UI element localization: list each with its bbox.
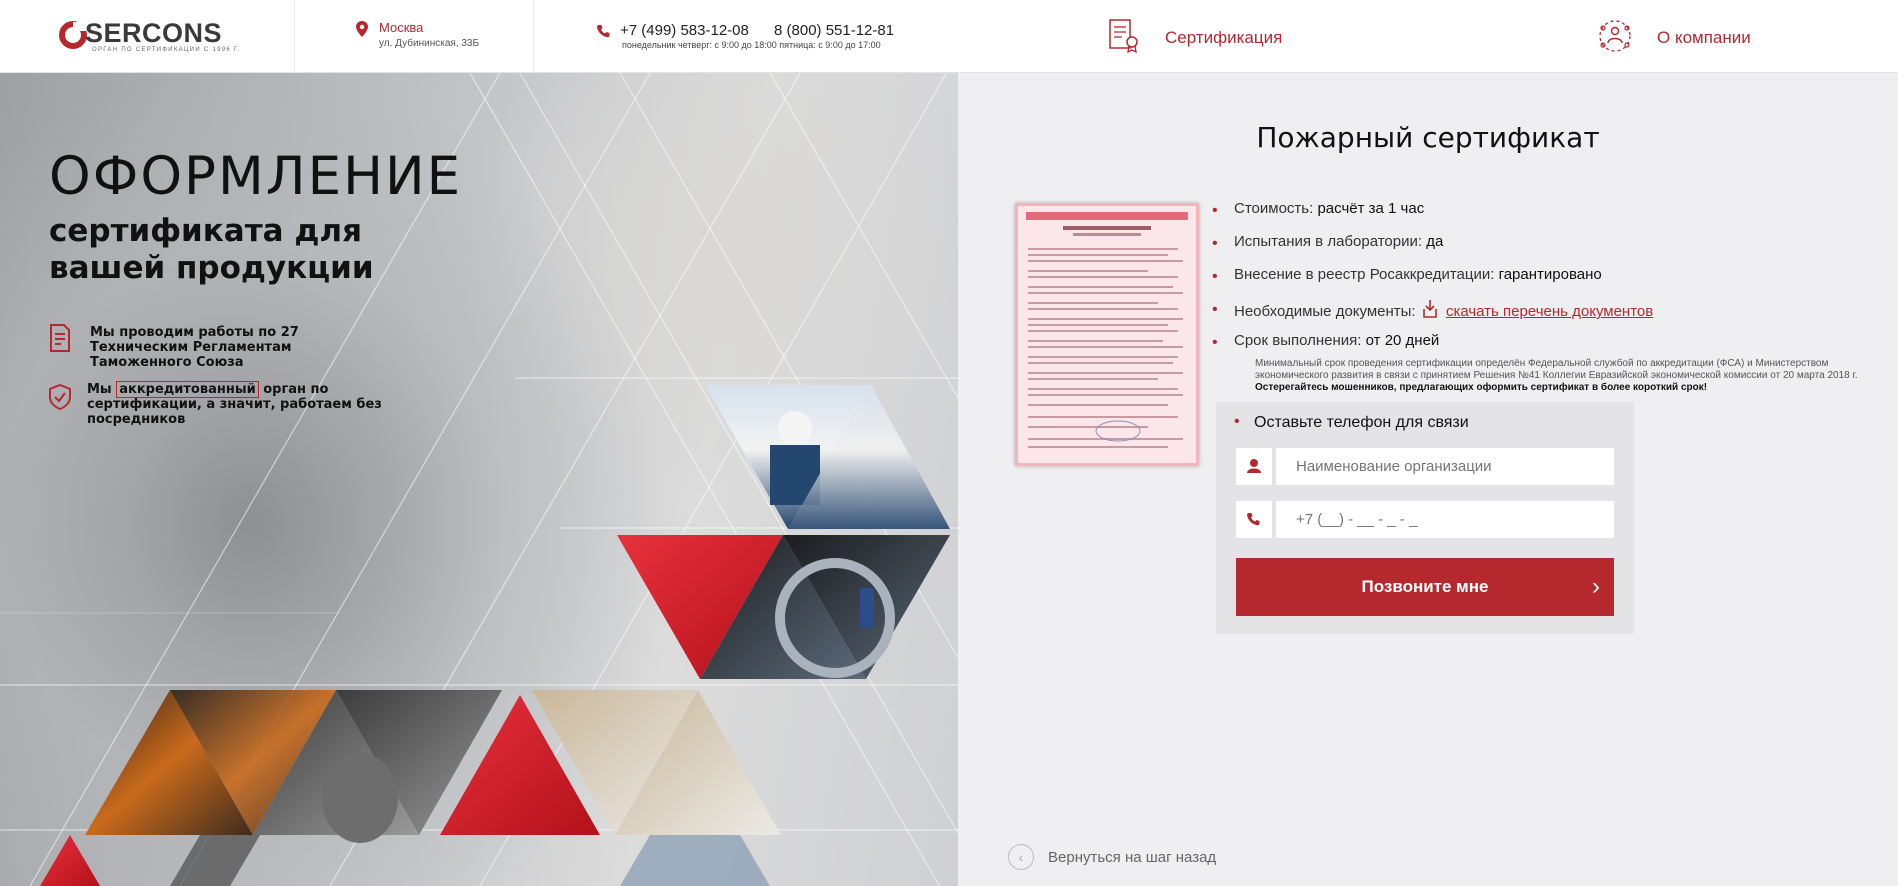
spec-price: • Стоимость: расчёт за 1 час	[1212, 200, 1425, 219]
phone-input[interactable]	[1276, 501, 1614, 538]
org-field	[1236, 448, 1614, 485]
download-icon[interactable]	[1422, 299, 1438, 319]
feature-accredited: Мы аккредитованный орган по сертификации…	[87, 381, 417, 427]
phone-field-icon	[1247, 513, 1260, 526]
callback-form: • Оставьте телефон для связи Позвоните м…	[1216, 402, 1634, 634]
phone-icon	[597, 25, 610, 38]
location-pin-icon	[356, 21, 368, 37]
working-hours: понедельник четверг: с 9:00 до 18:00 пят…	[622, 40, 881, 50]
certificate-icon	[1109, 19, 1138, 54]
spec-lab-tests: • Испытания в лаборатории: да	[1212, 233, 1444, 252]
document-icon	[50, 324, 70, 352]
phone-number-2[interactable]: 8 (800) 551-12-81	[774, 22, 894, 39]
logo-mark-icon	[59, 21, 87, 49]
call-me-button[interactable]: Позвоните мне ›	[1236, 558, 1614, 616]
spec-registry: • Внесение в реестр Росаккредитации: гар…	[1212, 266, 1602, 285]
chevron-left-icon: ‹	[1008, 844, 1034, 870]
accredited-highlight: аккредитованный	[116, 381, 259, 398]
spec-list: • Стоимость: расчёт за 1 час • Испытания…	[1212, 200, 1654, 365]
logo-subtitle: ОРГАН ПО СЕРТИФИКАЦИИ С 1996 Г.	[92, 47, 241, 53]
fraud-warning: Остерегайтесь мошенников, предлагающих о…	[1255, 382, 1708, 393]
panel-title: Пожарный сертификат	[1256, 121, 1600, 154]
hero-title: ОФОРМЛЕНИЕ	[49, 146, 463, 207]
spec-documents: • Необходимые документы: скачать перечен…	[1212, 299, 1654, 320]
sercons-logo[interactable]: SERCONS ОРГАН ПО СЕРТИФИКАЦИИ С 1996 Г.	[58, 18, 241, 58]
city-link[interactable]: Москва	[379, 20, 423, 35]
org-name-input[interactable]	[1276, 448, 1614, 485]
feature-regulations: Мы проводим работы по 27 Техническим Рег…	[90, 325, 299, 370]
team-icon	[1599, 20, 1631, 52]
chevron-right-icon: ›	[1592, 573, 1600, 600]
phone-field	[1236, 501, 1614, 538]
street-address: ул. Дубининская, 33Б	[379, 38, 480, 49]
certificate-preview	[1026, 212, 1188, 448]
download-documents-link[interactable]: скачать перечень документов	[1446, 303, 1653, 320]
nav-certification[interactable]: Сертификация	[1165, 28, 1282, 48]
duration-note: Минимальный срок проведения сертификации…	[1255, 358, 1858, 393]
phone-number-1[interactable]: +7 (499) 583-12-08	[620, 22, 749, 39]
address-block	[295, 0, 534, 73]
site-header: SERCONS ОРГАН ПО СЕРТИФИКАЦИИ С 1996 Г. …	[0, 0, 1898, 73]
feature-accredited-pre: Мы	[87, 382, 112, 397]
hero-section: ОФОРМЛЕНИЕ сертификата для вашей продукц…	[0, 73, 958, 886]
logo-text: SERCONS	[85, 18, 223, 48]
form-title: • Оставьте телефон для связи	[1234, 413, 1469, 431]
shield-check-icon	[49, 383, 71, 411]
hero-subtitle: сертификата для вашей продукции	[49, 213, 374, 286]
user-icon	[1247, 459, 1261, 473]
product-panel: Пожарный сертификат • Стоимость: расчёт …	[958, 73, 1898, 886]
nav-about[interactable]: О компании	[1657, 28, 1751, 48]
certificate-image[interactable]	[1015, 203, 1199, 466]
